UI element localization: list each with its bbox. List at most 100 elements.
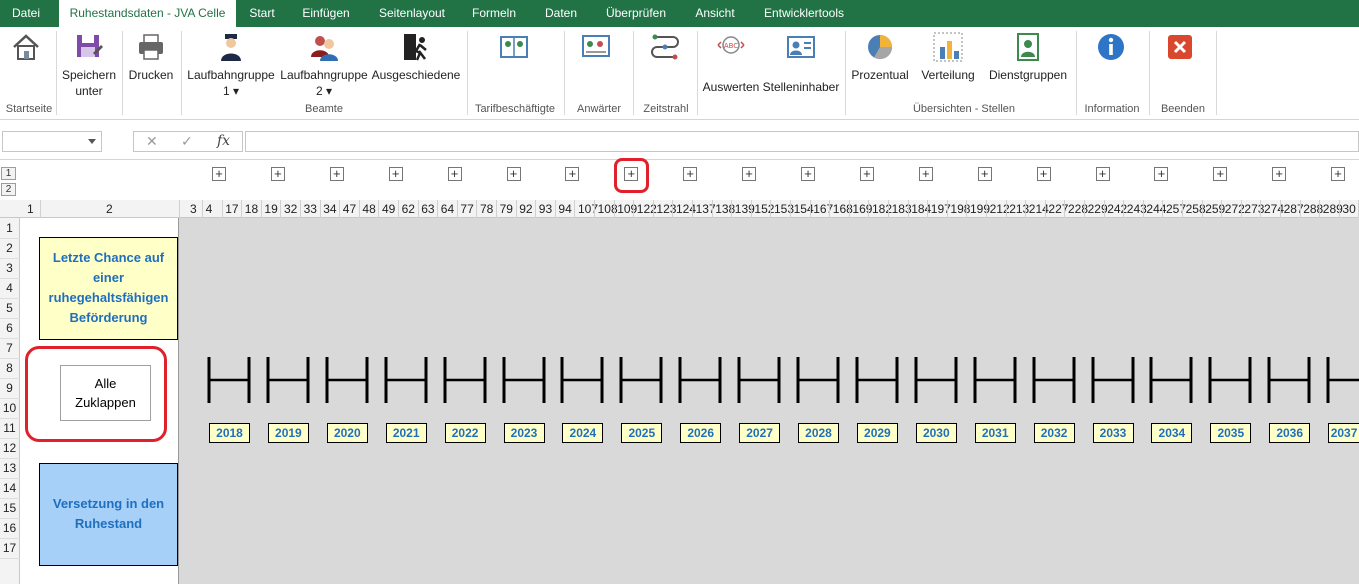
row-label[interactable]: 16 [0, 521, 19, 535]
versetzung-box[interactable]: Versetzung in den Ruhestand [39, 463, 178, 566]
column-label[interactable]: 184 [911, 202, 931, 216]
year-label[interactable]: 2018 [209, 423, 250, 443]
year-label[interactable]: 2027 [739, 423, 781, 443]
laufbahngruppe-1-button[interactable]: Laufbahngruppe 1 ▾ [186, 31, 276, 99]
column-label[interactable]: 229 [1088, 202, 1108, 216]
column-label[interactable]: 32 [284, 202, 297, 216]
column-label[interactable]: 18 [245, 202, 258, 216]
expand-group-button[interactable]: + [742, 167, 757, 181]
column-label[interactable]: 258 [1186, 202, 1206, 216]
expand-group-button[interactable]: + [683, 167, 698, 181]
year-label[interactable]: 2026 [680, 423, 722, 443]
verteilung-button[interactable]: Verteilung [918, 31, 978, 83]
expand-group-button[interactable]: + [1036, 167, 1051, 181]
row-label[interactable]: 17 [0, 541, 19, 555]
column-label[interactable]: 63 [421, 202, 434, 216]
tab-start[interactable]: Start [242, 0, 282, 27]
row-label[interactable]: 11 [0, 421, 19, 435]
column-label[interactable]: 287 [1284, 202, 1304, 216]
row-label[interactable]: 10 [0, 401, 19, 415]
year-label[interactable]: 2029 [856, 423, 898, 443]
column-label[interactable]: 3 [190, 202, 197, 216]
column-label[interactable]: 168 [833, 202, 853, 216]
column-label[interactable]: 197 [931, 202, 951, 216]
column-label[interactable]: 109 [617, 202, 637, 216]
tarif-button[interactable] [494, 31, 534, 67]
expand-group-button[interactable]: + [801, 167, 815, 181]
outline-level-1-button[interactable]: 1 [1, 167, 16, 180]
column-label[interactable]: 47 [343, 202, 356, 216]
year-label[interactable]: 2035 [1210, 423, 1252, 443]
tab-einfuegen[interactable]: Einfügen [294, 0, 358, 27]
column-label[interactable]: 138 [715, 202, 735, 216]
year-label[interactable]: 2024 [562, 423, 604, 443]
column-label[interactable]: 182 [872, 202, 892, 216]
expand-group-button[interactable]: + [565, 167, 580, 181]
row-label[interactable]: 8 [0, 361, 19, 375]
cancel-icon[interactable]: ✕ [146, 133, 158, 150]
column-label[interactable]: 227 [1048, 202, 1068, 216]
year-label[interactable]: 2036 [1269, 423, 1311, 443]
column-label[interactable]: 33 [304, 202, 317, 216]
expand-group-button[interactable]: + [447, 167, 462, 181]
tab-ueberpruefen[interactable]: Überprüfen [597, 0, 675, 27]
year-label[interactable]: 2028 [798, 423, 839, 443]
column-label[interactable]: 64 [441, 202, 454, 216]
row-label[interactable]: 1 [0, 221, 19, 235]
prozentual-button[interactable]: Prozentual [850, 31, 910, 83]
home-button[interactable] [6, 31, 46, 67]
column-label[interactable]: 79 [500, 202, 513, 216]
row-label[interactable]: 13 [0, 461, 19, 475]
expand-group-button[interactable]: + [1272, 167, 1287, 181]
column-label[interactable]: 92 [519, 202, 532, 216]
expand-group-button[interactable]: + [388, 167, 403, 181]
print-button[interactable]: Drucken [126, 31, 176, 83]
column-label[interactable]: 242 [1107, 202, 1127, 216]
year-label[interactable]: 2025 [621, 423, 663, 443]
dienstgruppen-button[interactable]: Dienstgruppen [985, 31, 1071, 83]
tab-daten[interactable]: Daten [537, 0, 585, 27]
column-label[interactable]: 273 [1244, 202, 1264, 216]
expand-group-button[interactable]: + [270, 167, 285, 181]
expand-group-button[interactable]: + [212, 167, 226, 181]
column-label[interactable]: 183 [892, 202, 912, 216]
tab-ruhestandsdaten[interactable]: Ruhestandsdaten - JVA Celle [59, 0, 236, 27]
row-label[interactable]: 9 [0, 381, 19, 395]
column-label[interactable]: 259 [1205, 202, 1225, 216]
year-label[interactable]: 2030 [915, 423, 957, 443]
year-label[interactable]: 2021 [385, 423, 427, 443]
column-label[interactable]: 244 [1146, 202, 1166, 216]
year-label[interactable]: 2019 [267, 423, 309, 443]
year-label[interactable]: 2020 [326, 423, 368, 443]
row-label[interactable]: 3 [0, 261, 19, 275]
column-label[interactable]: 243 [1127, 202, 1147, 216]
anwaerter-button[interactable] [576, 31, 616, 67]
column-label[interactable]: 93 [539, 202, 552, 216]
expand-group-button[interactable]: + [1095, 167, 1110, 181]
column-label[interactable]: 137 [696, 202, 716, 216]
column-label[interactable]: 274 [1264, 202, 1284, 216]
column-label[interactable]: 288 [1303, 202, 1323, 216]
formula-input[interactable] [245, 131, 1359, 152]
column-label[interactable]: 78 [480, 202, 493, 216]
expand-group-button[interactable]: + [859, 167, 874, 181]
row-label[interactable]: 6 [0, 321, 19, 335]
enter-icon[interactable]: ✓ [181, 133, 193, 150]
column-label[interactable]: 34 [323, 202, 336, 216]
letzte-chance-box[interactable]: Letzte Chance auf einer ruhegehaltsfähig… [39, 237, 178, 340]
year-label[interactable]: 2034 [1151, 423, 1193, 443]
column-label[interactable]: 198 [950, 202, 970, 216]
column-label[interactable]: 257 [1166, 202, 1186, 216]
column-label[interactable]: 289 [1323, 202, 1343, 216]
column-label[interactable]: 139 [735, 202, 755, 216]
row-label[interactable]: 7 [0, 341, 19, 355]
column-label[interactable]: 48 [362, 202, 375, 216]
column-label[interactable]: 199 [970, 202, 990, 216]
column-label[interactable]: 228 [1068, 202, 1088, 216]
year-label[interactable]: 2033 [1092, 423, 1134, 443]
row-label[interactable]: 2 [0, 241, 19, 255]
column-label[interactable]: 107 [578, 202, 598, 216]
zeitstrahl-button[interactable] [645, 31, 685, 67]
column-label[interactable]: 2 [106, 202, 113, 216]
expand-group-button[interactable]: + [977, 167, 992, 181]
